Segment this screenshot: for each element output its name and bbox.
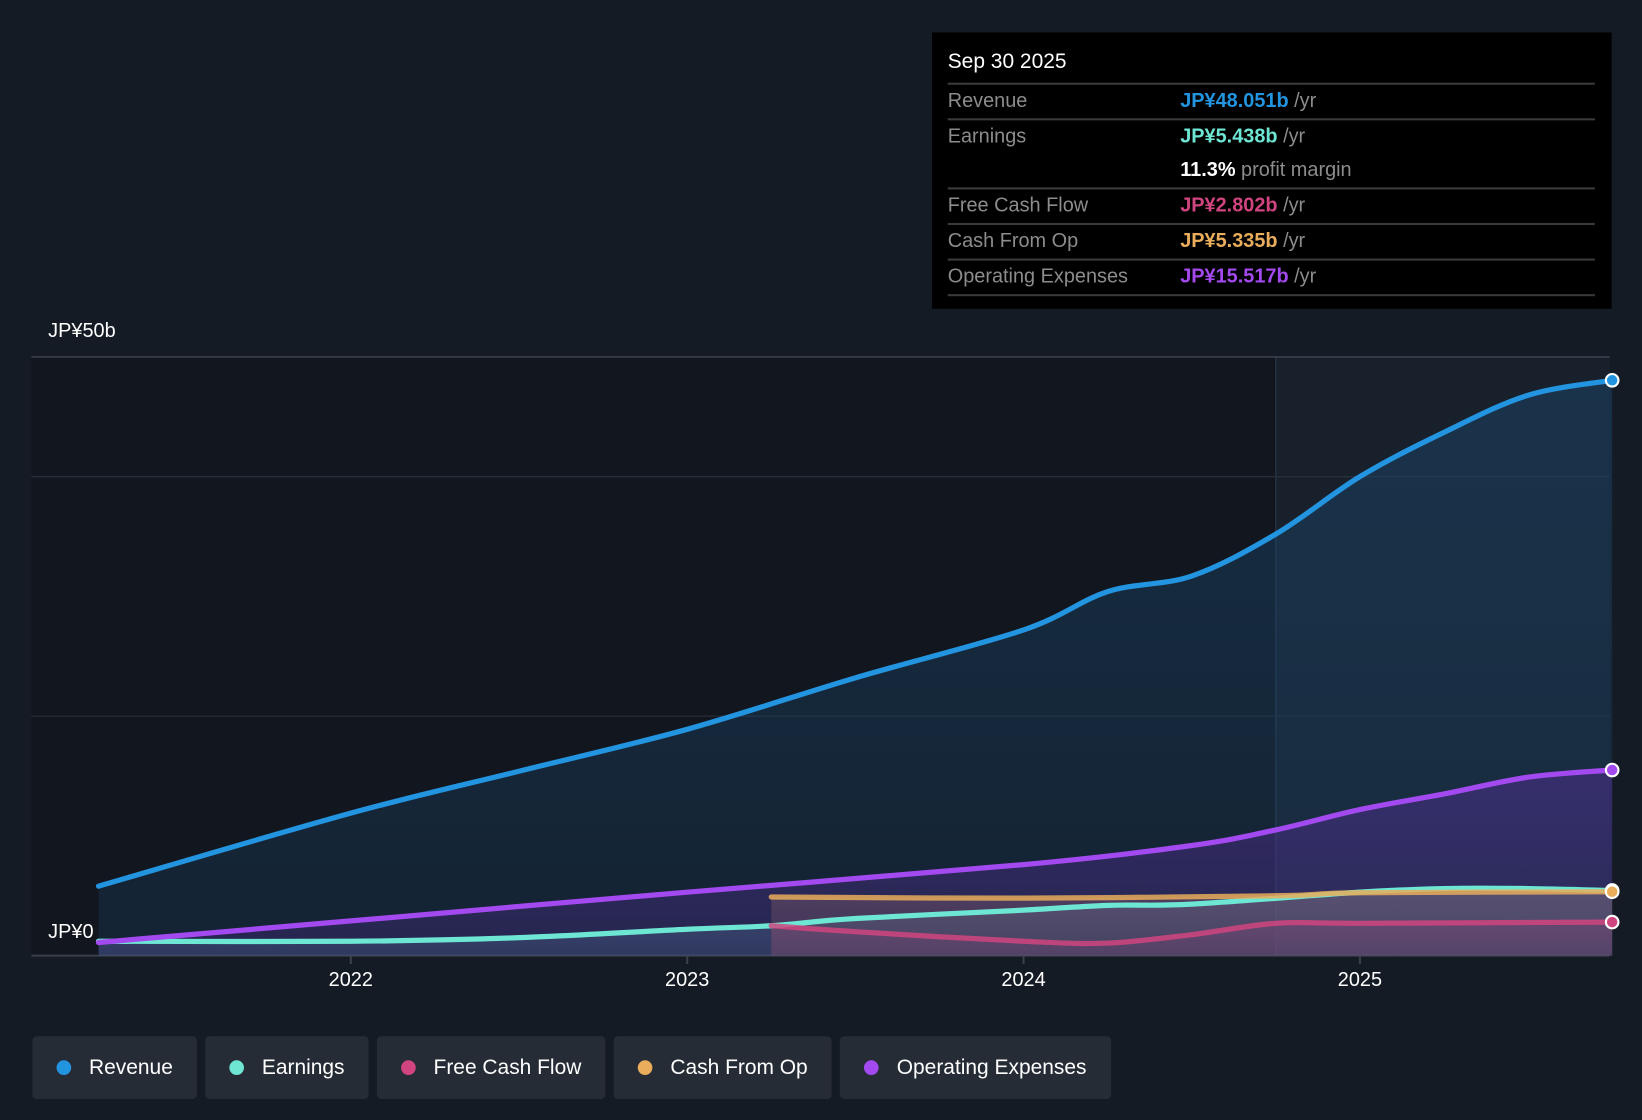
tooltip-value: JP¥2.802b	[1180, 194, 1278, 217]
legend-item-operating-expenses[interactable]: Operating Expenses	[840, 1036, 1111, 1100]
tooltip-row: Free Cash Flow JP¥2.802b /yr	[947, 189, 1595, 226]
end-point-free-cash-flow[interactable]	[1604, 914, 1620, 930]
tooltip-label: Earnings	[947, 125, 1027, 148]
legend: Revenue Earnings Free Cash Flow Cash From O…	[32, 1036, 1111, 1100]
legend-label: Revenue	[89, 1055, 173, 1079]
x-tick-label: 2025	[1337, 969, 1383, 992]
tooltip-unit: /yr	[1277, 194, 1306, 217]
tooltip-unit: /yr	[1288, 265, 1317, 288]
tooltip-label: Free Cash Flow	[947, 194, 1089, 217]
x-tick-label: 2022	[328, 969, 373, 992]
tooltip-row: Cash From Op JP¥5.335b /yr	[947, 225, 1595, 261]
legend-item-free-cash-flow[interactable]: Free Cash Flow	[376, 1036, 606, 1100]
legend-item-cash-from-op[interactable]: Cash From Op	[613, 1036, 832, 1100]
x-tick-label: 2024	[1001, 969, 1046, 992]
tooltip-value: 11.3%	[1180, 159, 1236, 182]
legend-dot-icon	[637, 1060, 653, 1075]
tooltip-row: Earnings JP¥5.438b /yr	[948, 120, 1595, 153]
tooltip-value: JP¥5.438b	[1180, 125, 1278, 148]
legend-label: Free Cash Flow	[433, 1055, 582, 1079]
legend-item-earnings[interactable]: Earnings	[205, 1036, 369, 1100]
legend-label: Earnings	[261, 1055, 345, 1079]
legend-dot-icon	[229, 1060, 245, 1075]
tooltip-row: Revenue JP¥48.051b /yr	[947, 85, 1595, 121]
legend-dot-icon	[864, 1060, 879, 1075]
legend-label: Cash From Op	[670, 1055, 808, 1079]
tooltip-value: JP¥15.517b	[1180, 265, 1289, 288]
y-axis-top-label: JP¥50b	[48, 320, 116, 343]
end-point-operating-expenses[interactable]	[1604, 762, 1620, 778]
chart-stage: JP¥50b JP¥0 2022 2023 2024 2025 Sep 30 2025…	[0, 0, 1642, 1120]
tooltip-unit: /yr	[1277, 125, 1306, 148]
tooltip-label: Revenue	[947, 90, 1028, 112]
y-axis-zero-label: JP¥0	[48, 921, 94, 944]
tooltip-unit: /yr	[1288, 90, 1317, 112]
legend-item-revenue[interactable]: Revenue	[32, 1036, 197, 1100]
tooltip-label: Cash From Op	[947, 230, 1079, 253]
x-tick-label: 2023	[665, 969, 710, 992]
legend-dot-icon	[401, 1060, 416, 1075]
tooltip: Sep 30 2025 Revenue JP¥48.051b /yr Earning…	[932, 32, 1612, 309]
tooltip-value: JP¥5.335b	[1180, 230, 1278, 253]
tooltip-row: Operating Expenses JP¥15.517b /yr	[947, 261, 1595, 297]
tooltip-date: Sep 30 2025	[947, 47, 1595, 85]
legend-label: Operating Expenses	[896, 1055, 1087, 1079]
end-point-revenue[interactable]	[1604, 372, 1620, 388]
end-point-cash-from-op[interactable]	[1604, 884, 1620, 900]
tooltip-label: Operating Expenses	[947, 265, 1129, 288]
legend-dot-icon	[56, 1060, 72, 1075]
tooltip-value: JP¥48.051b	[1180, 90, 1289, 112]
tooltip-unit: profit margin	[1235, 159, 1352, 182]
tooltip-row: 11.3% profit margin	[947, 154, 1595, 190]
tooltip-unit: /yr	[1277, 230, 1306, 253]
